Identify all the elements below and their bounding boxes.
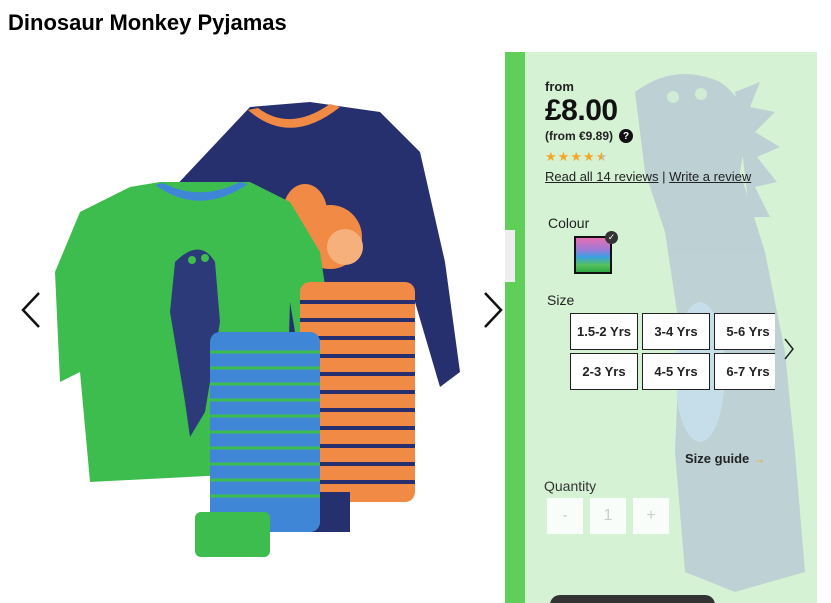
chevron-right-icon	[484, 292, 503, 328]
alt-price-text: (from €9.89)	[545, 129, 614, 143]
alt-currency-price: (from €9.89) ?	[545, 129, 634, 143]
size-option[interactable]: 5-6 Yrs	[714, 313, 775, 350]
write-review-link[interactable]: Write a review	[669, 169, 751, 184]
help-icon[interactable]: ?	[619, 129, 634, 143]
size-option[interactable]: 3-4 Yrs	[642, 313, 710, 350]
price-from-label: from	[545, 79, 574, 94]
size-option[interactable]: 6-7 Yrs	[714, 353, 775, 390]
product-image	[55, 102, 460, 557]
colour-label: Colour	[548, 215, 590, 231]
quantity-decrease-button[interactable]: -	[547, 498, 583, 534]
gallery-edge	[505, 230, 515, 282]
half-star-icon: ★	[595, 149, 608, 164]
size-option[interactable]: 4-5 Yrs	[642, 353, 710, 390]
product-title: Dinosaur Monkey Pyjamas	[8, 10, 287, 35]
quantity-label: Quantity	[544, 478, 597, 494]
size-label: Size	[547, 292, 575, 308]
reviews-separator: |	[662, 169, 666, 184]
product-image-gallery	[0, 52, 505, 603]
arrow-right-icon: →	[753, 451, 766, 466]
size-options: 1.5-2 Yrs 3-4 Yrs 5-6 Yrs 2-3 Yrs 4-5 Yr…	[570, 313, 775, 393]
star-icon: ★	[545, 149, 557, 164]
product-details-panel: from £8.00 (from €9.89) ? ★ ★ ★ ★ ★ Read…	[505, 52, 817, 603]
quantity-stepper: - 1 +	[547, 498, 669, 534]
star-icon: ★	[582, 149, 595, 164]
size-guide-link[interactable]: Size guide →	[685, 451, 765, 466]
chevron-left-icon	[21, 292, 40, 328]
size-guide-label: Size guide	[685, 451, 750, 466]
star-icon: ★	[570, 149, 582, 164]
gallery-prev-button[interactable]	[16, 288, 46, 332]
quantity-increase-button[interactable]: +	[633, 498, 669, 534]
selected-check-icon: ✓	[605, 231, 618, 244]
price: £8.00	[545, 94, 618, 127]
star-icon: ★	[557, 149, 570, 164]
reviews-links: Read all 14 reviews | Write a review	[545, 169, 751, 184]
add-to-bag-button[interactable]	[550, 595, 715, 603]
gallery-next-button[interactable]	[478, 288, 505, 332]
chevron-right-icon	[784, 338, 794, 360]
size-option[interactable]: 2-3 Yrs	[570, 353, 638, 390]
size-option[interactable]: 1.5-2 Yrs	[570, 313, 638, 350]
rating-stars: ★ ★ ★ ★ ★	[545, 150, 607, 164]
quantity-input[interactable]: 1	[590, 498, 626, 534]
size-scroll-next-button[interactable]	[779, 334, 799, 364]
read-reviews-link[interactable]: Read all 14 reviews	[545, 169, 658, 184]
